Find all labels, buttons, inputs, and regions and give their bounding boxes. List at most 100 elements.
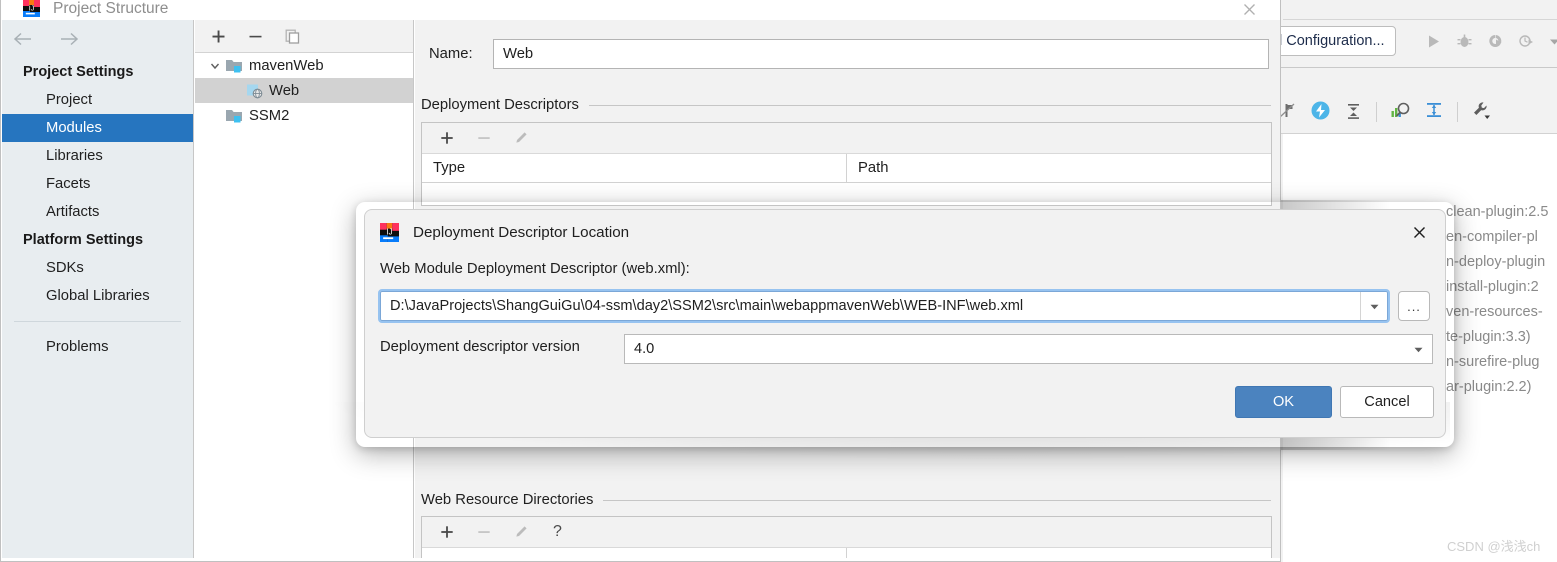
project-structure-sidebar: Project Settings Project Modules Librari…: [2, 20, 194, 558]
tree-row-label: SSM2: [249, 107, 290, 124]
descriptor-version-label: Deployment descriptor version: [380, 339, 580, 355]
run-with-coverage-icon[interactable]: [1487, 33, 1504, 50]
remove-module-button[interactable]: [245, 26, 266, 47]
sidebar-item-label: SDKs: [46, 260, 84, 276]
execute-maven-goal-icon[interactable]: [1390, 100, 1411, 124]
descriptor-version-row: 4.0: [624, 334, 1433, 364]
remove-descriptor-button[interactable]: [473, 128, 494, 149]
toolbar-separator: [1376, 101, 1377, 122]
project-structure-titlebar: IJ Project Structure: [1, 0, 1280, 20]
add-web-resource-button[interactable]: [436, 522, 457, 543]
sidebar-item-libraries[interactable]: Libraries: [2, 142, 193, 170]
plugin-line: n-deploy-plugin: [1446, 254, 1546, 270]
web-resource-directories-title: Web Resource Directories: [421, 492, 594, 508]
module-name-value: Web: [503, 46, 534, 62]
sidebar-item-label: Libraries: [46, 148, 103, 164]
svg-text:IJ: IJ: [386, 227, 392, 236]
plugin-line: n-surefire-plug: [1446, 354, 1540, 370]
descriptor-path-combo[interactable]: D:\JavaProjects\ShangGuiGu\04-ssm\day2\S…: [378, 289, 1390, 323]
module-name-input[interactable]: Web: [493, 39, 1269, 69]
sidebar-item-label: Artifacts: [46, 204, 100, 220]
tree-row-label: Web: [269, 82, 300, 99]
module-folder-icon: [225, 57, 244, 74]
sidebar-group-project-settings: Project Settings: [23, 64, 134, 80]
screen-root: l Configuration... clean-plugin:2.5 en-c…: [0, 0, 1557, 562]
sidebar-group-platform-settings: Platform Settings: [23, 232, 144, 248]
maven-settings-icon[interactable]: [1471, 100, 1492, 124]
web-resource-directories-toolbar: ?: [422, 517, 1271, 548]
run-configuration-label: l Configuration...: [1279, 33, 1385, 49]
ok-button[interactable]: OK: [1235, 386, 1332, 418]
intellij-idea-icon: IJ: [380, 222, 399, 242]
sidebar-item-project[interactable]: Project: [2, 86, 193, 114]
column-header-type: Type: [433, 160, 466, 176]
debug-icon[interactable]: [1456, 33, 1473, 50]
web-resource-directories-header-row: [422, 548, 1271, 558]
sidebar-history-buttons: [2, 20, 193, 58]
sidebar-item-problems[interactable]: Problems: [2, 333, 193, 361]
section-rule: [588, 104, 1271, 106]
profile-icon[interactable]: [1518, 33, 1535, 50]
intellij-idea-icon: IJ: [23, 0, 40, 17]
sidebar-item-facets[interactable]: Facets: [2, 170, 193, 198]
toolbar-separator-2: [1457, 101, 1458, 122]
module-name-row: Name: Web: [429, 39, 1269, 69]
column-divider: [846, 548, 847, 558]
sidebar-item-label: Facets: [46, 176, 91, 192]
tree-row[interactable]: Web: [195, 78, 413, 103]
toggle-skip-tests-icon[interactable]: [1310, 100, 1331, 124]
show-dependencies-icon[interactable]: [1424, 100, 1444, 123]
deployment-descriptor-location-dialog: IJ Deployment Descriptor Location Web Mo…: [364, 209, 1446, 438]
descriptor-version-combo[interactable]: 4.0: [624, 334, 1433, 364]
descriptor-version-value: 4.0: [634, 341, 655, 357]
project-structure-title: Project Structure: [53, 0, 169, 17]
plugin-line: te-plugin:3.3): [1446, 329, 1531, 345]
collapse-all-icon[interactable]: [1344, 101, 1363, 123]
sidebar-item-global-libraries[interactable]: Global Libraries: [2, 282, 193, 310]
sidebar-item-artifacts[interactable]: Artifacts: [2, 198, 193, 226]
deployment-descriptors-panel: Type Path: [421, 122, 1272, 206]
arrow-right-icon[interactable]: [57, 27, 81, 51]
browse-file-button[interactable]: ...: [1398, 291, 1430, 321]
section-rule: [603, 499, 1271, 501]
run-icon[interactable]: [1425, 33, 1442, 50]
descriptor-path-row: D:\JavaProjects\ShangGuiGu\04-ssm\day2\S…: [378, 289, 1433, 323]
more-dropdown-icon[interactable]: [1549, 36, 1557, 47]
close-icon[interactable]: [1407, 220, 1431, 244]
tree-row[interactable]: mavenWeb: [195, 53, 413, 78]
run-configuration-selector[interactable]: l Configuration...: [1272, 26, 1396, 56]
maven-plugins-list: clean-plugin:2.5 en-compiler-pl n-deploy…: [1446, 200, 1557, 400]
pencil-icon[interactable]: [510, 522, 531, 543]
run-toolbar-icons: [1425, 26, 1557, 56]
dialog-title: Deployment Descriptor Location: [413, 223, 630, 241]
pencil-icon[interactable]: [510, 128, 531, 149]
web-resource-directories-panel: ?: [421, 516, 1272, 558]
add-descriptor-button[interactable]: [436, 128, 457, 149]
maven-tool-window-toolbar: [1270, 90, 1557, 134]
tree-row[interactable]: SSM2: [195, 103, 413, 128]
sidebar-item-modules[interactable]: Modules: [2, 114, 193, 142]
sidebar-item-label: Modules: [46, 120, 102, 136]
plugin-line: ar-plugin:2.2): [1446, 379, 1532, 395]
chevron-down-icon[interactable]: [205, 60, 225, 72]
watermark: CSDN @浅浅ch: [1447, 539, 1541, 554]
remove-web-resource-button[interactable]: [473, 522, 494, 543]
cancel-button[interactable]: Cancel: [1340, 386, 1434, 418]
chevron-down-icon[interactable]: [1405, 335, 1432, 363]
deployment-descriptors-title: Deployment Descriptors: [421, 97, 579, 113]
arrow-left-icon[interactable]: [11, 27, 35, 51]
svg-text:IJ: IJ: [29, 6, 34, 13]
sidebar-item-sdks[interactable]: SDKs: [2, 254, 193, 282]
plugin-line: ven-resources-: [1446, 304, 1543, 320]
module-name-label: Name:: [429, 46, 473, 62]
plugin-line: install-plugin:2: [1446, 279, 1539, 295]
chevron-down-icon[interactable]: [1360, 292, 1387, 320]
tree-row-label: mavenWeb: [249, 57, 324, 74]
copy-module-button[interactable]: [282, 26, 303, 47]
close-icon[interactable]: [1238, 0, 1260, 20]
help-web-resource-button[interactable]: ?: [547, 522, 568, 543]
add-module-button[interactable]: [208, 26, 229, 47]
plugin-line: clean-plugin:2.5: [1446, 204, 1549, 220]
dialog-titlebar: IJ Deployment Descriptor Location: [365, 210, 1445, 254]
web-module-descriptor-label: Web Module Deployment Descriptor (web.xm…: [380, 261, 690, 277]
